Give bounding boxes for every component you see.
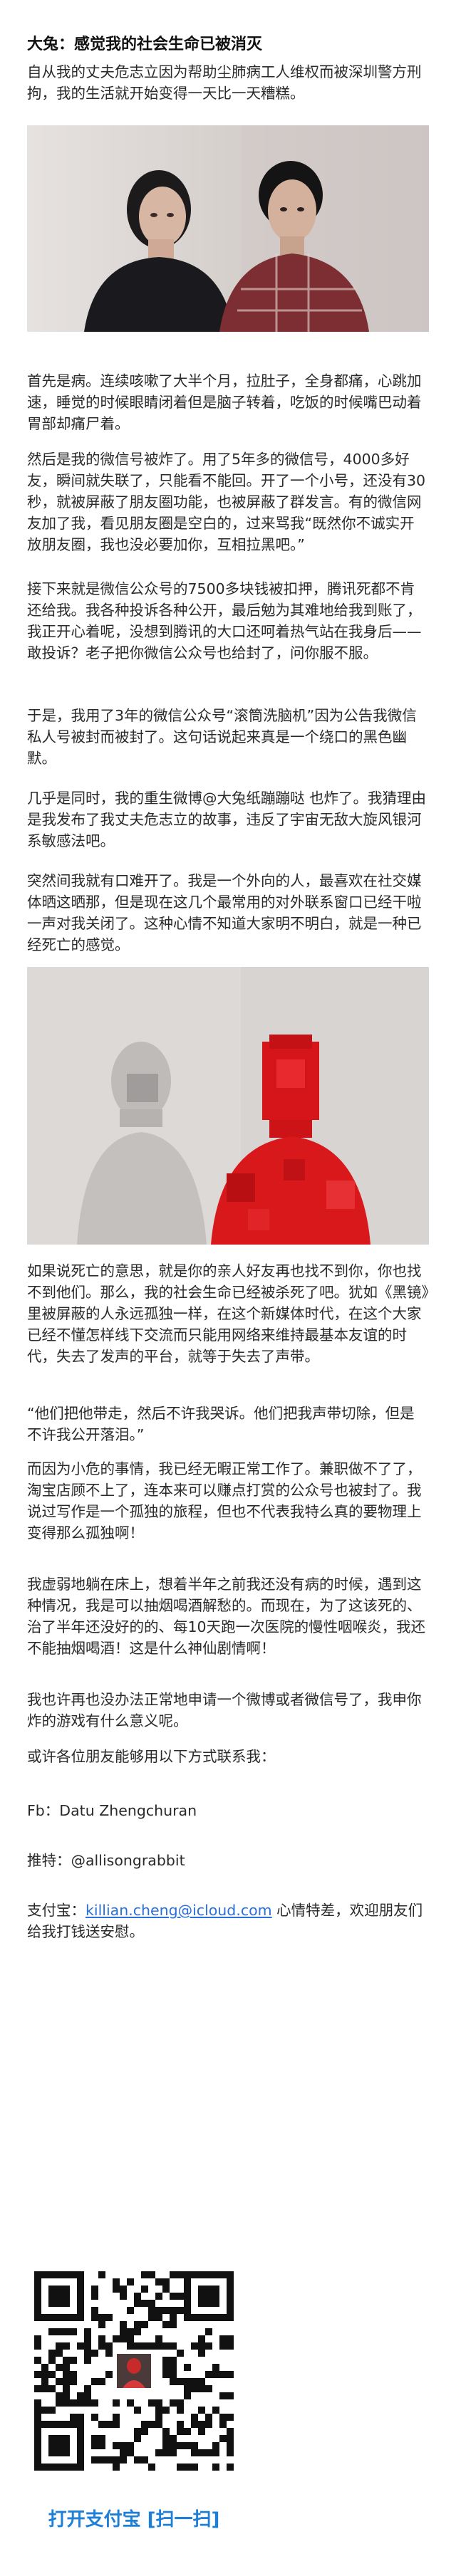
twitter-label: 推特： <box>27 1852 71 1869</box>
death-paragraph: 如果说死亡的意思，就是你的亲人好友再也找不到你，你也找不到他们。那么，我的社会生… <box>27 1262 429 1365</box>
weibo-paragraph: 几乎是同时，我的重生微博@大兔纸蹦蹦哒 也炸了。我猜理由是我发布了我丈夫危志立的… <box>27 790 427 849</box>
article-page: 大兔：感觉我的社会生命已被消灭 自从我的丈夫危志立因为帮助尘肺病工人维权而被深圳… <box>0 0 456 2576</box>
wechat-paragraph: 然后是我的微信号被炸了。用了5年多的微信号，4000多好友，瞬间就失联了，只能看… <box>27 451 426 553</box>
couple-photo-illustration <box>27 125 429 332</box>
twitter-handle[interactable]: @allisongrabbit <box>71 1852 185 1869</box>
intro-paragraph: 自从我的丈夫危志立因为帮助尘肺病工人维权而被深圳警方刑拘，我的生活就开始变得一天… <box>27 63 422 102</box>
qr-scan-caption: 打开支付宝 [扫一扫] <box>48 2509 220 2530</box>
quote-paragraph: “他们把他带走，然后不许我哭诉。他们把我声带切除，但是不许我公开落泪。” <box>27 1405 415 1443</box>
twitter-line: 推特：@allisongrabbit <box>27 1850 429 1871</box>
ask-paragraph: 我也许再也没办法正常地申请一个微博或者微信号了，我申你炸的游戏有什么意义呢。 <box>27 1691 422 1729</box>
illness-paragraph: 首先是病。连续咳嗽了大半个月，拉肚子，全身都痛，心跳加速，睡觉的时候眼睛闭着但是… <box>27 372 422 432</box>
facebook-line: Fb：Datu Zhengchuran <box>27 1802 197 1819</box>
alipay-line: 支付宝：killian.cheng@icloud.com 心情特差，欢迎朋友们给… <box>27 1900 429 1942</box>
sick-paragraph: 我虚弱地躺在床上，想着半年之前我还没有病的时候，遇到这种情况，我是可以抽烟喝酒解… <box>27 1576 426 1657</box>
couple-photo <box>27 125 429 332</box>
alipay-label: 支付宝： <box>27 1902 86 1919</box>
article-title: 大兔：感觉我的社会生命已被消灭 <box>27 36 263 53</box>
money-paragraph: 接下来就是微信公众号的7500多块钱被扣押，腾讯死都不肯还给我。我各种投诉各种公… <box>27 580 422 661</box>
qr-code-graphic <box>27 2264 241 2478</box>
lonely-paragraph: 突然间我就有口难开了。我是一个外向的人，最喜欢在社交媒体晒这晒那，但是现在这几个… <box>27 872 422 953</box>
censored-photo-illustration <box>27 967 429 1245</box>
account-paragraph: 于是，我用了3年的微信公众号“滚筒洗脑机”因为公告我微信私人号被封而被封了。这句… <box>27 707 417 767</box>
work-paragraph: 而因为小危的事情，我已经无暇正常工作了。兼职做不了了，淘宝店顾不上了，连本来可以… <box>27 1460 422 1541</box>
alipay-email-link[interactable]: killian.cheng@icloud.com <box>86 1902 272 1919</box>
contact-intro: 或许各位朋友能够用以下方式联系我： <box>27 1748 276 1765</box>
censored-couple-photo <box>27 967 429 1245</box>
alipay-qr-code[interactable] <box>27 2264 241 2478</box>
